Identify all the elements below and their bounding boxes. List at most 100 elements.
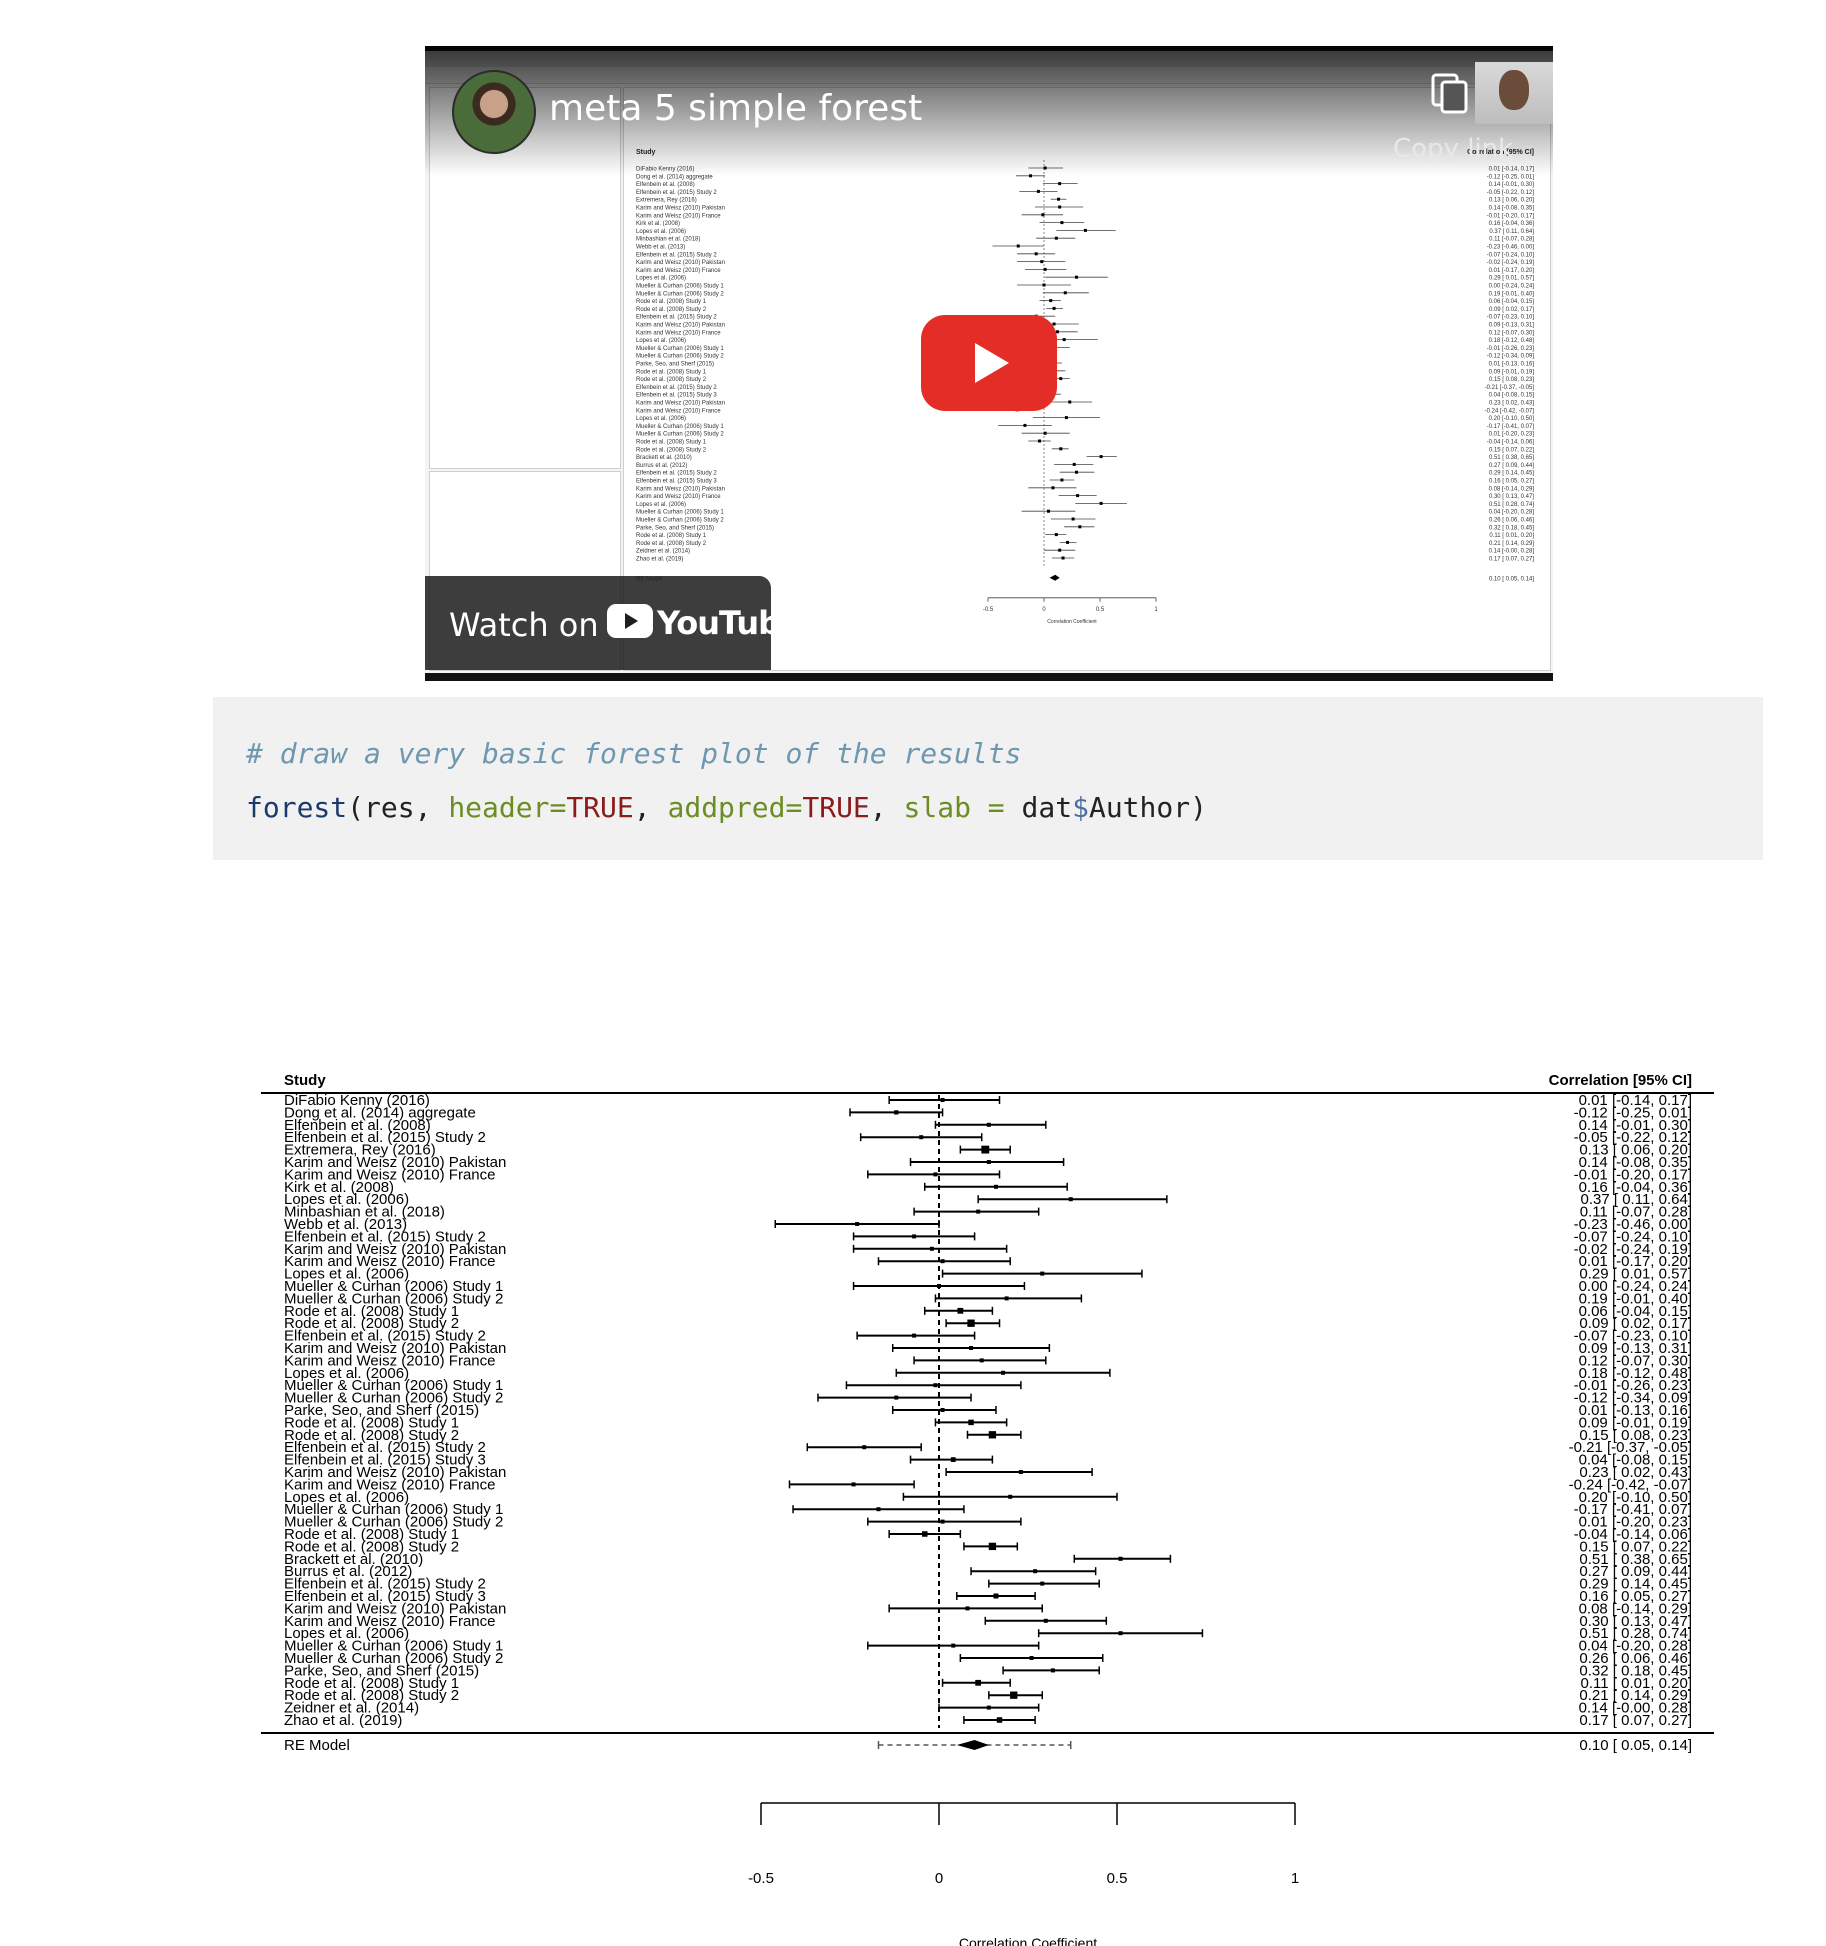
forest-point-estimate: [1040, 1271, 1045, 1276]
forest-study-row: Rode et al. (2008) Study 1 0.09 [-0.01, 0…: [284, 1414, 1692, 1431]
forest-point-estimate: [1029, 1656, 1034, 1660]
mini-study-label: Karim and Weisz (2010) France: [636, 330, 721, 336]
mini-ci-text: -0.23 [-0.46, 0.00]: [1487, 245, 1535, 251]
mini-point: [1023, 423, 1027, 427]
code-dollar: $: [1072, 791, 1089, 824]
mini-study-label: Parke, Seo, and Sherf (2015): [636, 525, 714, 531]
code-forest-call: forest(res, header=TRUE, addpred=TRUE, s…: [246, 791, 1207, 824]
mini-ci-text: 0.09 [-0.01, 0.19]: [1489, 369, 1535, 375]
code-arg-addpred: addpred: [667, 791, 786, 824]
mini-study-label: Kirk et al. (2008): [636, 221, 680, 227]
mini-point: [1063, 291, 1067, 295]
forest-study-row: Rode et al. (2008) Study 2 0.15 [ 0.08, 0…: [284, 1427, 1692, 1444]
forest-point-estimate: [1008, 1494, 1013, 1499]
forest-point-estimate: [862, 1445, 867, 1450]
video-title[interactable]: meta 5 simple forest: [549, 88, 922, 129]
code-arg-header: header: [448, 791, 550, 824]
forest-point-estimate: [1033, 1569, 1038, 1574]
mini-study-label: Rode et al. (2008) Study 2: [636, 447, 707, 453]
forest-point-estimate: [957, 1307, 964, 1314]
mini-study-label: Zhao et al. (2019): [636, 557, 683, 563]
forest-study-row: Karim and Weisz (2010) France -0.01 [-0.2…: [284, 1166, 1692, 1183]
mini-ci-text: -0.17 [-0.41, 0.07]: [1487, 424, 1535, 430]
forest-study-row: Mueller & Curhan (2006) Study 2 0.01 [-0.…: [284, 1514, 1692, 1531]
forest-point-estimate: [986, 1122, 991, 1127]
forest-point-estimate: [894, 1110, 899, 1115]
code-field: Author: [1088, 791, 1191, 824]
mini-point: [1072, 462, 1076, 466]
mini-study-label: Rode et al. (2008) Study 2: [636, 377, 707, 383]
mini-study-label: Rode et al. (2008) Study 2: [636, 307, 707, 313]
code-val-true: TRUE: [802, 791, 870, 824]
forest-point-estimate: [979, 1358, 984, 1363]
mini-study-label: Elfenbein et al. (2008): [636, 182, 695, 188]
code-close: ): [1190, 791, 1207, 824]
forest-point-estimate: [929, 1246, 934, 1251]
forest-point-estimate: [894, 1395, 899, 1400]
mini-point: [1062, 338, 1066, 342]
channel-avatar[interactable]: [452, 70, 536, 154]
mini-ci-text: -0.01 [-0.20, 0.17]: [1487, 213, 1535, 219]
mini-point: [1038, 439, 1042, 443]
forest-point-estimate: [851, 1482, 856, 1487]
watch-on-youtube-button[interactable]: Watch on YouTube: [425, 576, 802, 670]
youtube-video-embed[interactable]: StudyCorrelation [95% CI]DiFabio Kenny (…: [425, 46, 1553, 681]
mini-study-label: Rode et al. (2008) Study 1: [636, 369, 707, 375]
forest-study-row: Burrus et al. (2012) 0.27 [ 0.09, 0.44]: [284, 1563, 1692, 1580]
mini-study-label: Rode et al. (2008) Study 1: [636, 299, 707, 305]
mini-point: [1051, 486, 1055, 490]
mini-study-label: Karim and Weisz (2010) France: [636, 408, 721, 414]
mini-point: [1061, 556, 1065, 560]
mini-study-label: Minbashian et al. (2018): [636, 237, 700, 243]
code-block: # draw a very basic forest plot of the r…: [213, 697, 1763, 860]
forest-point-estimate: [937, 1284, 941, 1288]
mini-ci-text: 0.01 [-0.20, 0.23]: [1489, 432, 1535, 438]
forest-summary-ci-text: 0.10 [ 0.05, 0.14]: [1579, 1737, 1692, 1754]
code-sep: ,: [633, 791, 668, 824]
copy-link-label[interactable]: Copy link: [1393, 134, 1513, 164]
mini-ci-text: 0.14 [-0.08, 0.35]: [1489, 206, 1535, 212]
code-eq: =: [970, 791, 1022, 824]
mini-study-label: Elfenbein et al. (2015) Study 2: [636, 190, 717, 196]
forest-study-row: Elfenbein et al. (2015) Study 2 0.29 [ 0.…: [284, 1576, 1692, 1593]
mini-point: [1058, 548, 1062, 552]
forest-point-estimate: [993, 1593, 999, 1599]
mini-point: [1074, 275, 1078, 279]
forest-study-row: Elfenbein et al. (2015) Study 2 -0.21 [-0…: [284, 1439, 1692, 1456]
forest-study-row: Elfenbein et al. (2015) Study 2 -0.05 [-0…: [284, 1129, 1692, 1146]
mini-study-label: Mueller & Curhan (2006) Study 1: [636, 284, 724, 290]
forest-study-row: Dong et al. (2014) aggregate -0.12 [-0.25…: [284, 1104, 1692, 1121]
mini-study-label: Mueller & Curhan (2006) Study 2: [636, 291, 724, 297]
forest-plot: Study Correlation [95% CI] DiFabio Kenny (…: [261, 1072, 1714, 1946]
forest-study-label: Zhao et al. (2019): [284, 1712, 402, 1729]
forest-x-tick-label: -0.5: [748, 1870, 774, 1887]
forest-study-row: Zhao et al. (2019) 0.17 [ 0.07, 0.27]: [284, 1712, 1692, 1729]
mini-point: [1040, 260, 1044, 264]
forest-point-estimate: [912, 1234, 917, 1239]
youtube-logo-icon: [607, 604, 653, 638]
mini-point: [1078, 525, 1082, 529]
mini-study-label: Karim and Weisz (2010) Pakistan: [636, 401, 725, 407]
forest-point-estimate: [1118, 1556, 1123, 1561]
play-button-icon[interactable]: [921, 315, 1057, 411]
mini-summary-diamond: [1049, 574, 1060, 581]
mini-x-tick-label: 0.5: [1096, 607, 1105, 613]
forest-point-estimate: [986, 1160, 991, 1164]
mini-study-label: Lopes et al. (2006): [636, 338, 686, 344]
mini-point: [1074, 470, 1078, 474]
mini-study-label: Webb et al. (2013): [636, 245, 685, 251]
mini-ci-text: 0.19 [-0.01, 0.40]: [1489, 291, 1535, 297]
mini-x-tick-label: 1: [1154, 607, 1158, 613]
forest-study-row: Mueller & Curhan (2006) Study 2 0.26 [ 0.…: [284, 1650, 1692, 1667]
mini-study-label: Elfenbein et al. (2015) Study 2: [636, 252, 717, 258]
mini-study-label: Brackett et al. (2010): [636, 455, 692, 461]
mini-point: [1059, 447, 1063, 451]
mini-point: [1042, 283, 1046, 287]
mini-x-tick-label: -0.5: [983, 607, 994, 613]
mini-study-label: Mueller & Curhan (2006) Study 1: [636, 510, 724, 516]
copy-link-icon[interactable]: [1430, 72, 1470, 116]
mini-ci-text: 0.20 [-0.10, 0.50]: [1489, 416, 1535, 422]
mini-ci-text: -0.21 [-0.37, -0.05]: [1485, 385, 1535, 391]
mini-ci-text: 0.00 [-0.24, 0.24]: [1489, 284, 1535, 290]
forest-point-estimate: [940, 1098, 945, 1102]
